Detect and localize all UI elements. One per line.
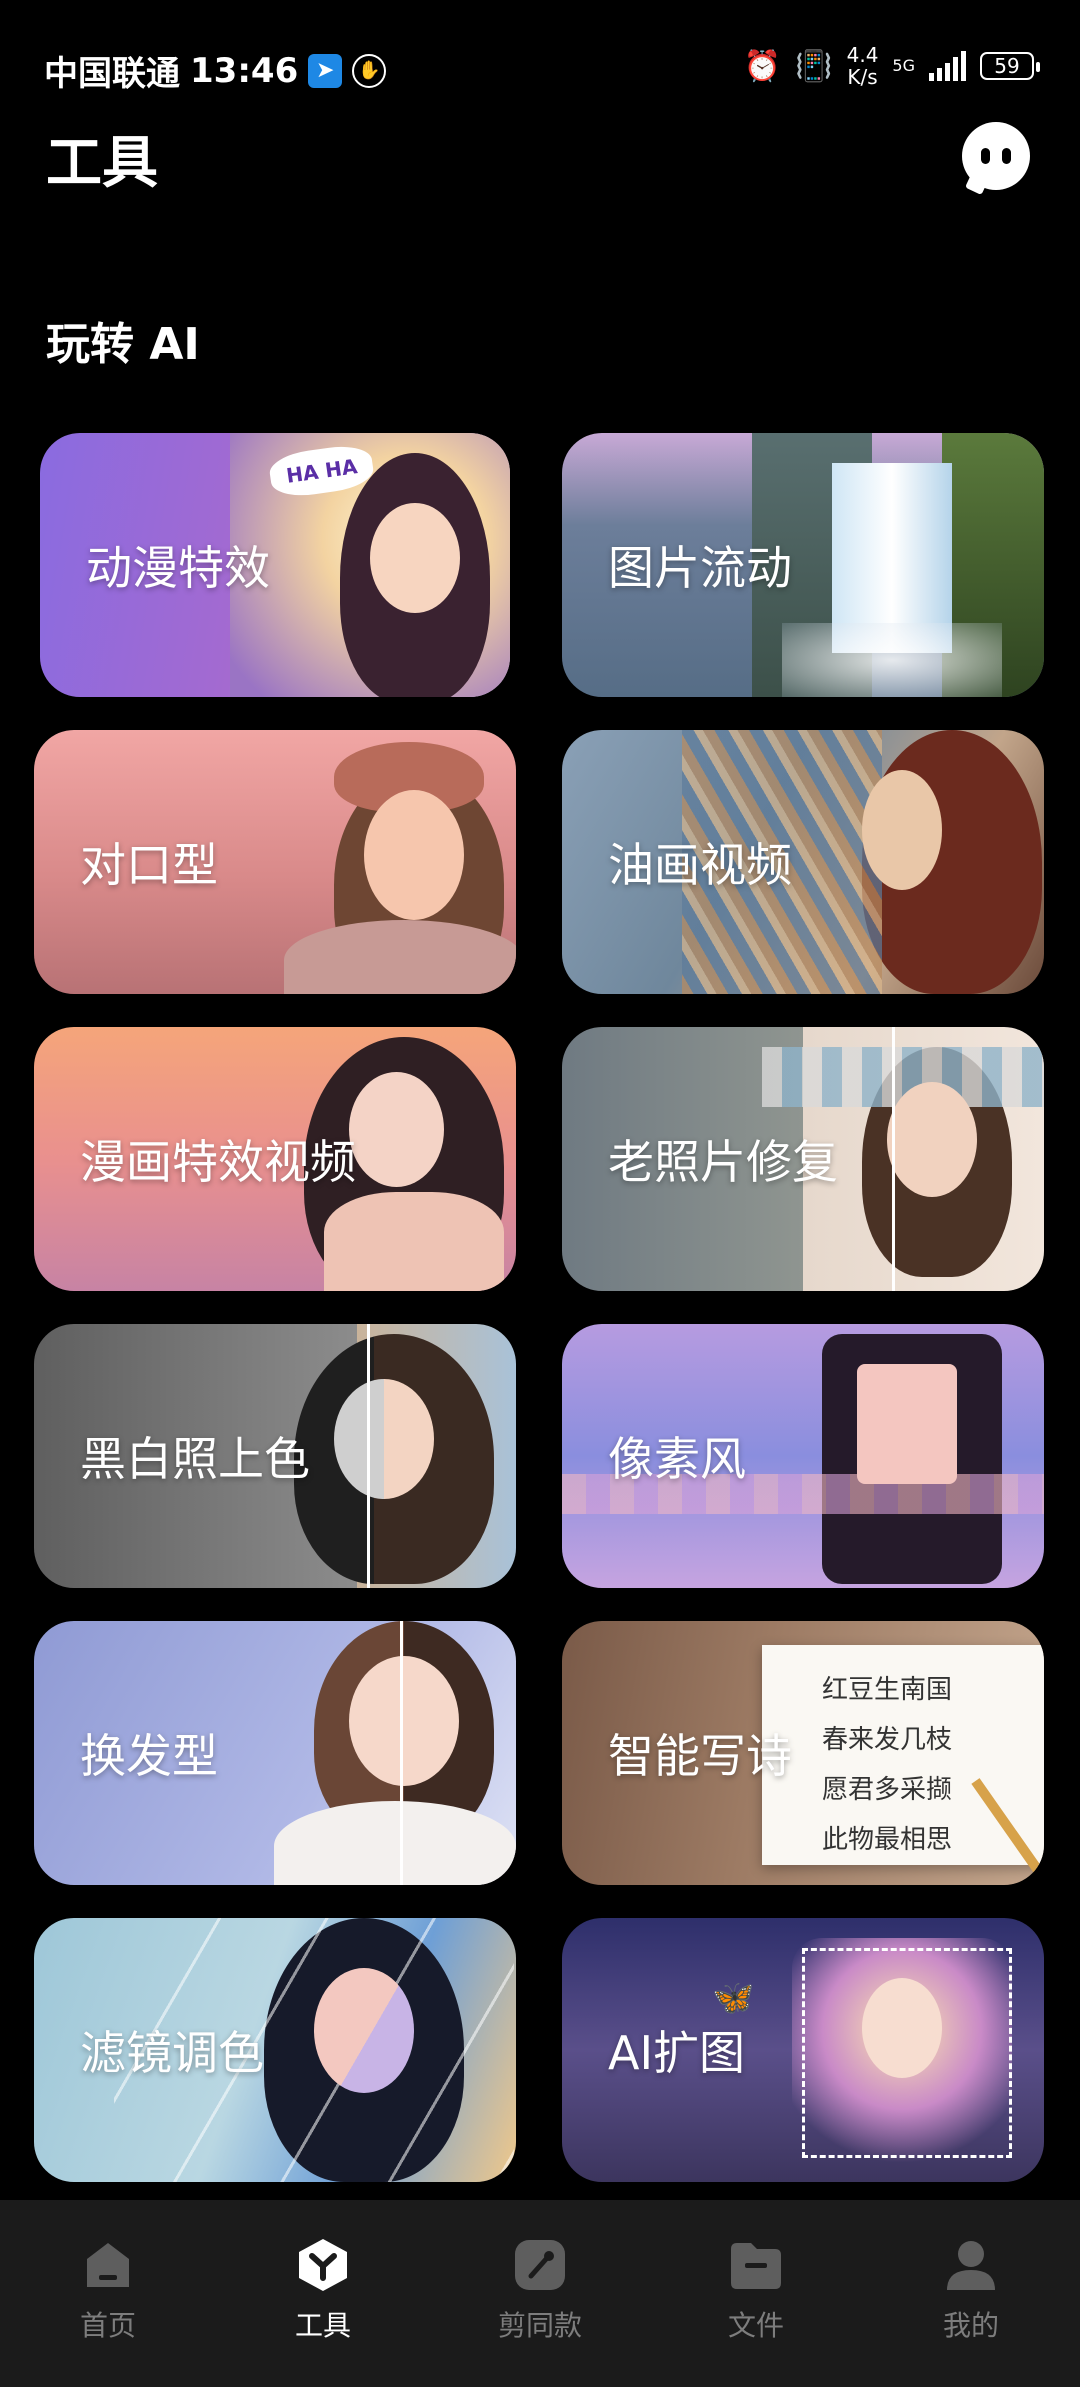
comic-face (349, 1072, 444, 1187)
battery-level: 59 (994, 54, 1020, 78)
card-hairstyle-change[interactable]: 换发型 (34, 1621, 516, 1885)
expand-frame (802, 1948, 1012, 2158)
card-label: 老照片修复 (608, 1135, 838, 1189)
card-label: 动漫特效 (86, 541, 270, 595)
tools-icon (294, 2236, 352, 2294)
face-image (314, 1968, 414, 2093)
nav-label: 文件 (727, 2309, 784, 2342)
pixel-face (857, 1364, 957, 1484)
section-title: 玩转 AI (46, 319, 200, 370)
profile-icon (942, 2236, 1000, 2294)
card-label: 智能写诗 (608, 1729, 792, 1783)
card-label: 油画视频 (608, 838, 792, 892)
face-image (349, 1656, 459, 1786)
poem-line: 红豆生南国 (822, 1675, 953, 1705)
card-ai-expand[interactable]: 🦋 AI扩图 (562, 1918, 1044, 2182)
split-divider (367, 1324, 370, 1588)
butterfly-icon: 🦋 (712, 1978, 755, 2018)
gesture-icon: ✋ (352, 53, 387, 88)
app-notification-icon: ➤ (308, 53, 343, 88)
nav-label: 剪同款 (497, 2309, 582, 2342)
sweater-image (284, 920, 516, 994)
network-type: 5G (892, 56, 915, 75)
status-left: 中国联通 13:46 ➤ ✋ (44, 46, 387, 95)
card-old-photo-restore[interactable]: 老照片修复 (562, 1027, 1044, 1291)
signal-icon (929, 51, 966, 81)
smiling-face (364, 790, 464, 920)
split-divider (892, 1027, 895, 1291)
speed-value: 4.4 (846, 43, 879, 67)
home-icon (79, 2236, 137, 2294)
poem-line: 愿君多采撷 (822, 1775, 953, 1805)
nav-label: 我的 (942, 2309, 999, 2342)
vibrate-icon: 📳 (795, 48, 833, 84)
card-label: 黑白照上色 (80, 1432, 310, 1486)
shoulders-image (274, 1801, 516, 1885)
folder-icon (727, 2236, 785, 2294)
card-label: AI扩图 (608, 2026, 746, 2080)
colorized-face (334, 1379, 434, 1499)
anime-face (370, 503, 460, 613)
chat-bubble-icon[interactable] (962, 122, 1030, 190)
carrier-name: 中国联通 (44, 54, 180, 94)
clock: 13:46 (190, 50, 299, 91)
card-bw-colorize[interactable]: 黑白照上色 (34, 1324, 516, 1588)
card-label: 漫画特效视频 (80, 1135, 356, 1189)
card-label: 换发型 (80, 1729, 218, 1783)
split-divider (400, 1621, 403, 1885)
card-filter-color[interactable]: 滤镜调色 (34, 1918, 516, 2182)
card-label: 对口型 (80, 838, 218, 892)
speed-unit: K/s (847, 65, 878, 89)
poem-paper: 红豆生南国 春来发几枝 愿君多采撷 此物最相思 (762, 1645, 1044, 1865)
card-image-flow[interactable]: 图片流动 (562, 433, 1044, 697)
card-ai-poem[interactable]: 红豆生南国 春来发几枝 愿君多采撷 此物最相思 智能写诗 (562, 1621, 1044, 1885)
nav-label: 工具 (294, 2309, 351, 2342)
status-bar: 中国联通 13:46 ➤ ✋ ⏰ 📳 4.4 K/s 5G 59 (0, 0, 1080, 135)
card-lip-sync[interactable]: 对口型 (34, 730, 516, 994)
battery-icon: 59 (980, 52, 1040, 80)
profile-face (862, 770, 942, 890)
card-oil-painting-video[interactable]: 油画视频 (562, 730, 1044, 994)
card-pixel-style[interactable]: 像素风 (562, 1324, 1044, 1588)
network-speed: 4.4 K/s (847, 44, 879, 88)
nav-profile[interactable]: 我的 (901, 2236, 1041, 2344)
card-label: 滤镜调色 (80, 2026, 264, 2080)
nav-template[interactable]: 剪同款 (470, 2236, 610, 2344)
card-label: 图片流动 (608, 541, 792, 595)
bottom-nav: 首页 工具 剪同款 文件 我的 (0, 2200, 1080, 2387)
restored-face (887, 1082, 977, 1197)
page-title: 工具 (46, 131, 158, 196)
status-right: ⏰ 📳 4.4 K/s 5G 59 (743, 44, 1040, 88)
alarm-icon: ⏰ (743, 48, 782, 84)
mist-image (782, 623, 1002, 697)
card-comic-effect-video[interactable]: 漫画特效视频 (34, 1027, 516, 1291)
nav-tools[interactable]: 工具 (253, 2236, 393, 2344)
card-label: 像素风 (608, 1432, 746, 1486)
uniform-image (324, 1192, 504, 1291)
nav-files[interactable]: 文件 (686, 2236, 826, 2344)
nav-label: 首页 (79, 2309, 136, 2342)
template-icon (511, 2236, 569, 2294)
poem-line: 春来发几枝 (822, 1725, 953, 1755)
card-anime-effect[interactable]: HA HA 动漫特效 (40, 433, 510, 697)
nav-home[interactable]: 首页 (38, 2236, 178, 2344)
